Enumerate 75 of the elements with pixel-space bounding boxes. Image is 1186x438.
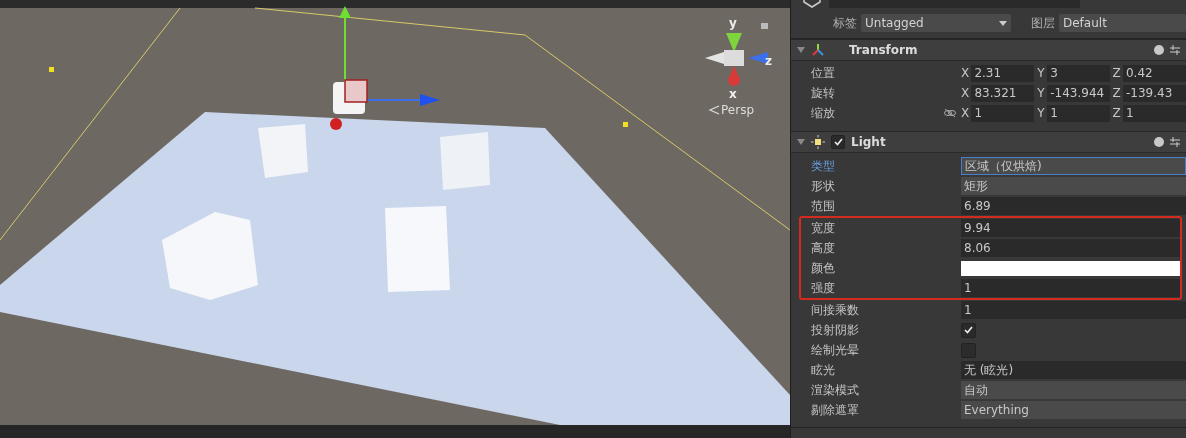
- settings-icon[interactable]: [1170, 45, 1180, 55]
- property-label: 颜色: [811, 259, 836, 277]
- component-title: Light: [851, 135, 887, 149]
- property-label: 高度: [811, 239, 836, 257]
- number-field[interactable]: 2.31: [971, 64, 1035, 82]
- axis-label[interactable]: X: [960, 106, 970, 120]
- scene-view[interactable]: y z x Persp: [0, 0, 790, 438]
- move-gizmo-icon[interactable]: [330, 6, 440, 130]
- value-field[interactable]: 1: [961, 279, 1180, 297]
- component-title: Transform: [849, 43, 919, 57]
- axis-label[interactable]: Y: [1036, 66, 1046, 80]
- property-label: 绘制光晕: [811, 341, 860, 359]
- property-label: 宽度: [811, 219, 836, 237]
- help-icon[interactable]: [1154, 137, 1164, 147]
- property-label: 形状: [811, 177, 836, 195]
- property-label: 范围: [811, 197, 836, 215]
- property-label: 位置: [811, 64, 836, 82]
- checkmark-icon: [833, 138, 843, 146]
- axis-label[interactable]: Z: [1112, 106, 1121, 120]
- property-label: 类型: [811, 157, 836, 175]
- value-field[interactable]: 无 (眩光): [961, 361, 1186, 379]
- axis-label[interactable]: X: [960, 66, 970, 80]
- sun-icon: [811, 135, 825, 149]
- property-label: 眩光: [811, 361, 836, 379]
- tag-label: 标签: [833, 14, 857, 32]
- layer-label: 图层: [1031, 14, 1055, 32]
- property-label: 强度: [811, 279, 836, 297]
- value-field[interactable]: 1: [961, 301, 1186, 319]
- number-field[interactable]: -143.944: [1047, 84, 1111, 102]
- number-field[interactable]: -139.43: [1123, 84, 1186, 102]
- property-label: 间接乘数: [811, 301, 860, 319]
- component-header[interactable]: Light: [791, 131, 1186, 153]
- value-field[interactable]: 9.94: [961, 219, 1180, 237]
- axis-label: y: [729, 16, 737, 30]
- axis-label[interactable]: X: [960, 86, 970, 100]
- handle-icon[interactable]: [623, 122, 628, 127]
- expand-triangle-icon[interactable]: [797, 139, 805, 145]
- checkbox[interactable]: [961, 322, 976, 338]
- checkmark-icon: [964, 326, 973, 334]
- axis-label[interactable]: Y: [1036, 106, 1046, 120]
- enable-checkbox[interactable]: [831, 135, 845, 149]
- handle-icon[interactable]: [49, 67, 54, 72]
- dropdown[interactable]: 矩形: [961, 177, 1186, 195]
- dropdown[interactable]: 区域（仅烘焙): [961, 157, 1186, 175]
- value-field[interactable]: 8.06: [961, 239, 1180, 257]
- help-icon[interactable]: [1154, 45, 1164, 55]
- expand-triangle-icon[interactable]: [797, 47, 805, 53]
- property-label: 渲染模式: [811, 381, 860, 399]
- value-field[interactable]: 6.89: [961, 197, 1186, 215]
- number-field[interactable]: 0.42: [1123, 64, 1186, 82]
- axis-label: z: [765, 54, 772, 68]
- settings-icon[interactable]: [1170, 137, 1180, 147]
- link-icon[interactable]: [943, 108, 956, 118]
- axes-icon: [811, 43, 825, 57]
- tag-dropdown[interactable]: Untagged: [861, 14, 1011, 32]
- number-field[interactable]: 1: [1047, 104, 1111, 122]
- number-field[interactable]: 3: [1047, 64, 1111, 82]
- component-header[interactable]: Transform: [791, 39, 1186, 61]
- axis-label[interactable]: Y: [1036, 86, 1046, 100]
- property-label: 剔除遮罩: [811, 401, 860, 419]
- color-swatch[interactable]: [961, 260, 1180, 276]
- view-mode-label[interactable]: Persp: [721, 103, 754, 117]
- property-label: 缩放: [811, 104, 836, 122]
- dropdown[interactable]: 自动: [961, 381, 1186, 399]
- number-field[interactable]: 1: [1123, 104, 1186, 122]
- number-field[interactable]: 1: [971, 104, 1035, 122]
- dropdown[interactable]: Everything: [961, 401, 1186, 419]
- property-label: 旋转: [811, 84, 836, 102]
- axis-label: x: [729, 87, 737, 101]
- layer-dropdown[interactable]: Default: [1059, 14, 1186, 32]
- caret-icon: [999, 20, 1007, 26]
- number-field[interactable]: 83.321: [971, 84, 1035, 102]
- property-label: 投射阴影: [811, 321, 860, 339]
- axis-label[interactable]: Z: [1112, 66, 1121, 80]
- axis-label[interactable]: Z: [1112, 86, 1121, 100]
